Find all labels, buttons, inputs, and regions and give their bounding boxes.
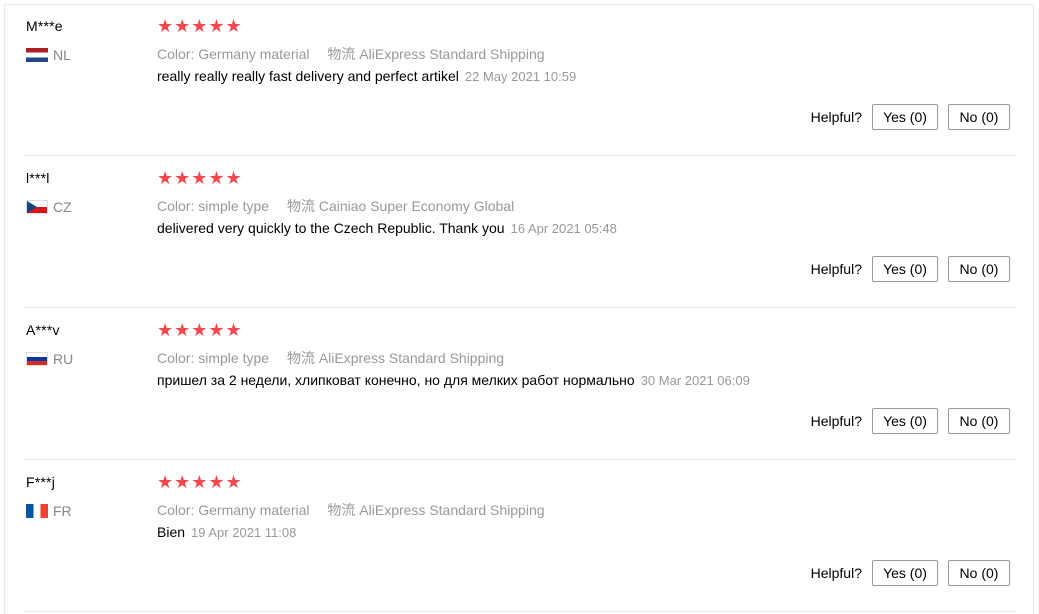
review-item: M***e NL ★★★★★ Color: Germany material 物… [24,4,1016,156]
review-item: F***j FR ★★★★★ Color: Germany material 物… [24,460,1016,612]
sku-label: Color: [157,198,195,214]
shipping-value: Cainiao Super Economy Global [318,198,515,214]
review-date: 22 May 2021 10:59 [464,69,577,84]
helpful-controls: Helpful? Yes (0) No (0) [811,560,1010,586]
sku-value: Germany material [198,502,310,518]
country-code: CZ [53,199,72,215]
review-text: Bien [157,524,186,540]
helpful-no-button[interactable]: No (0) [948,256,1010,282]
helpful-yes-button[interactable]: Yes (0) [872,408,938,434]
helpful-no-button[interactable]: No (0) [948,104,1010,130]
star-rating-icon: ★★★★★ [157,168,243,188]
helpful-label: Helpful? [810,413,862,429]
review-feedback: delivered very quickly to the Czech Repu… [157,220,617,236]
reviewer-name: M***e [26,18,63,34]
country-code: RU [53,351,74,367]
review-text: really really really fast delivery and p… [157,68,459,84]
flag-fr-icon [26,504,48,518]
reviewer-name: l***l [26,170,50,186]
review-info: Color: simple type 物流 AliExpress Standar… [157,348,504,368]
reviewer-country: NL [26,47,71,63]
helpful-controls: Helpful? Yes (0) No (0) [811,256,1010,282]
shipping-label: 物流 [327,502,356,518]
reviewer-name: F***j [26,474,56,490]
flag-cz-icon [26,200,48,214]
review-feedback: really really really fast delivery and p… [157,68,576,84]
shipping-value: AliExpress Standard Shipping [359,46,545,62]
review-info: Color: Germany material 物流 AliExpress St… [157,500,545,520]
review-text: delivered very quickly to the Czech Repu… [157,220,505,236]
review-date: 16 Apr 2021 05:48 [510,221,617,236]
helpful-yes-button[interactable]: Yes (0) [872,104,938,130]
review-text: пришел за 2 недели, хлипковат конечно, н… [157,372,635,388]
flag-nl-icon [26,48,48,62]
sku-value: simple type [198,350,270,366]
star-rating-icon: ★★★★★ [157,16,243,36]
sku-label: Color: [157,350,195,366]
reviewer-country: CZ [26,199,72,215]
helpful-label: Helpful? [810,565,862,581]
shipping-label: 物流 [286,350,315,366]
helpful-no-button[interactable]: No (0) [948,408,1010,434]
helpful-controls: Helpful? Yes (0) No (0) [811,408,1010,434]
sku-value: simple type [198,198,270,214]
review-date: 19 Apr 2021 11:08 [191,525,297,540]
shipping-value: AliExpress Standard Shipping [318,350,505,366]
sku-label: Color: [157,46,195,62]
review-item: l***l CZ ★★★★★ Color: simple type 物流 Cai… [24,156,1016,308]
review-item: A***v RU ★★★★★ Color: simple type 物流 Ali… [24,308,1016,460]
country-code: NL [53,47,71,63]
helpful-controls: Helpful? Yes (0) No (0) [811,104,1010,130]
shipping-label: 物流 [327,46,356,62]
helpful-yes-button[interactable]: Yes (0) [872,256,938,282]
star-rating-icon: ★★★★★ [157,472,243,492]
reviewer-name: A***v [26,322,60,338]
helpful-no-button[interactable]: No (0) [948,560,1010,586]
review-info: Color: Germany material 物流 AliExpress St… [157,44,545,64]
review-feedback: пришел за 2 недели, хлипковат конечно, н… [157,372,750,388]
helpful-label: Helpful? [810,109,862,125]
shipping-label: 物流 [286,198,315,214]
helpful-label: Helpful? [810,261,862,277]
reviewer-country: FR [26,503,72,519]
star-rating-icon: ★★★★★ [157,320,243,340]
helpful-yes-button[interactable]: Yes (0) [872,560,938,586]
review-date: 30 Mar 2021 06:09 [640,373,750,388]
flag-ru-icon [26,352,48,366]
review-feedback: Bien 19 Apr 2021 11:08 [157,524,296,540]
sku-label: Color: [157,502,195,518]
sku-value: Germany material [198,46,310,62]
review-info: Color: simple type 物流 Cainiao Super Econ… [157,196,514,216]
country-code: FR [53,503,72,519]
shipping-value: AliExpress Standard Shipping [359,502,545,518]
reviewer-country: RU [26,351,73,367]
